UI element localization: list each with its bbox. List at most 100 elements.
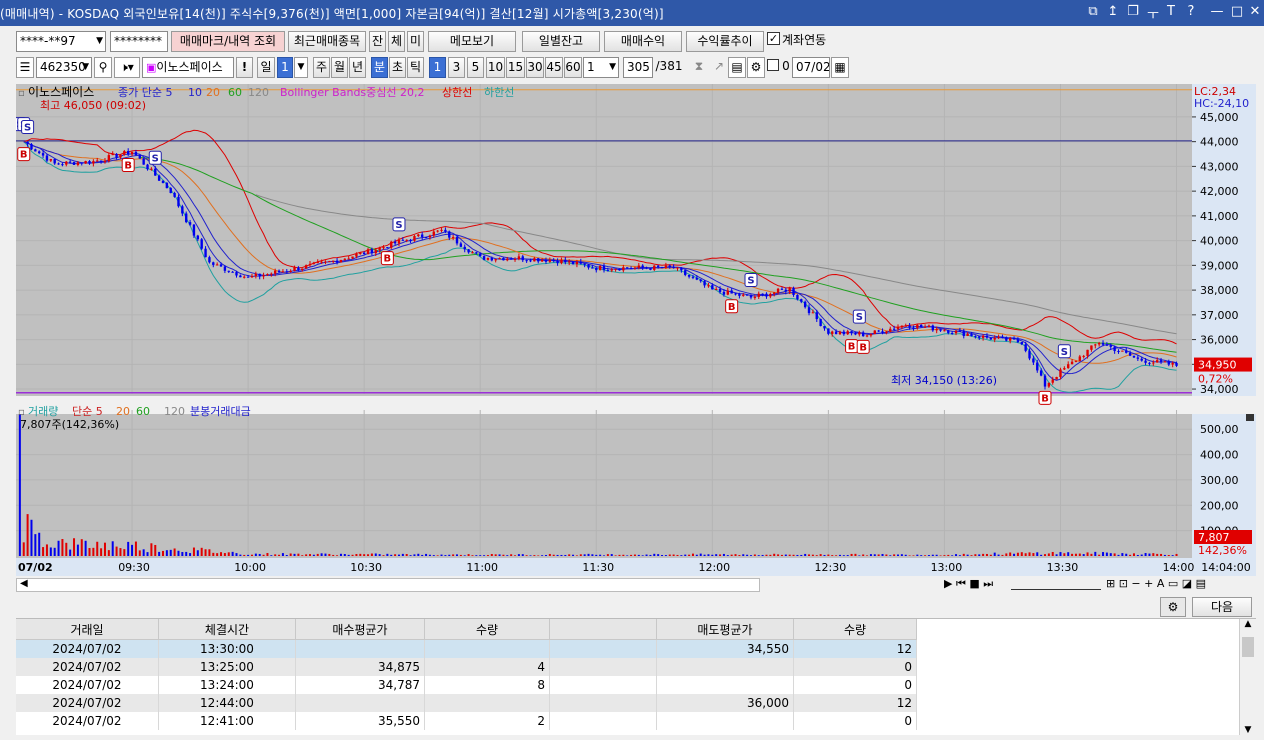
return-trend-button[interactable]: 수익률추이 <box>686 31 764 52</box>
column-header[interactable]: 거래일 <box>16 619 159 640</box>
calendar-icon[interactable]: ▦ <box>831 57 849 78</box>
recent-items-button[interactable]: 최근매매종목 <box>288 31 366 52</box>
search-icon[interactable]: ⚲ <box>94 57 112 78</box>
price-tick-label: 42,000 <box>1200 185 1239 198</box>
chart-tools[interactable]: ⊞ ⊡ − + A ▭ ◪ ▤ <box>1106 577 1206 590</box>
period-day-button[interactable]: 일 <box>257 57 275 78</box>
table-cell: 12:41:00 <box>158 712 296 730</box>
window-button-7[interactable]: □ <box>1228 4 1246 19</box>
interval-button[interactable]: 60 <box>564 57 582 78</box>
save-icon[interactable]: ▤ <box>728 57 746 78</box>
window-button-2[interactable]: ❐ <box>1124 4 1142 19</box>
candle-body <box>1128 352 1132 356</box>
scroll-left-icon[interactable]: ◀ <box>20 578 28 589</box>
candle-body <box>393 241 397 244</box>
column-header[interactable]: 체결시간 <box>158 619 296 640</box>
candle-body <box>266 274 269 276</box>
chart-area[interactable]: 45,000 44,000 43,000 42,000 41,000 40,000 39,0… <box>13 84 1256 576</box>
mark-query-button[interactable]: 매매마크/내역 조회 <box>171 31 285 52</box>
chart-type-icon[interactable]: ⧗ <box>690 57 708 78</box>
chevron-down-icon[interactable]: ▼ <box>294 57 308 78</box>
interval-button[interactable]: 30 <box>526 57 544 78</box>
balance-button[interactable]: 잔 <box>369 31 386 52</box>
window-button-0[interactable]: ⧉ <box>1084 4 1102 19</box>
table-row[interactable]: 2024/07/02 13:24:00 34,787 8 0 <box>16 676 917 694</box>
chevron-down-icon[interactable]: ▼ <box>96 32 103 51</box>
table-row[interactable]: 2024/07/02 13:30:00 34,550 12 <box>16 639 917 658</box>
column-header[interactable]: 매수평균가 <box>295 619 425 640</box>
chevron-down-icon[interactable]: ▼ <box>609 58 616 77</box>
window-button-1[interactable]: ↥ <box>1104 4 1122 19</box>
window-button-6[interactable]: — <box>1208 4 1226 19</box>
scroll-down-icon[interactable]: ▼ <box>1240 725 1256 735</box>
day-count-value[interactable]: 1 <box>277 57 293 78</box>
interval-button[interactable]: 45 <box>545 57 563 78</box>
period-button[interactable]: 주 <box>313 57 330 78</box>
executed-button[interactable]: 체 <box>388 31 405 52</box>
candle-body <box>115 153 118 158</box>
interval-input[interactable]: 1 ▼ <box>583 57 619 78</box>
daily-balance-button[interactable]: 일별잔고 <box>522 31 600 52</box>
trade-profit-button[interactable]: 매매수익 <box>604 31 682 52</box>
period-button[interactable]: 월 <box>331 57 348 78</box>
period-button[interactable]: 분 <box>371 57 388 78</box>
interval-button[interactable]: 10 <box>486 57 505 78</box>
panel-close-icon[interactable] <box>1246 414 1254 421</box>
column-header[interactable]: 수량 <box>424 619 550 640</box>
chart-svg[interactable]: 45,000 44,000 43,000 42,000 41,000 40,000 39,0… <box>13 84 1256 576</box>
candle-body <box>157 175 161 181</box>
stock-name-field[interactable]: ▣이노스페이스 <box>142 57 234 78</box>
stock-code-input[interactable]: 462350 ▼ <box>36 57 92 78</box>
gear-icon[interactable]: ⚙ <box>747 57 765 78</box>
window-button-8[interactable]: ✕ <box>1246 4 1264 19</box>
candle-body <box>378 247 381 251</box>
warning-button[interactable]: ! <box>236 57 253 78</box>
window-button-5[interactable]: ? <box>1182 4 1200 19</box>
interval-button[interactable]: 5 <box>467 57 484 78</box>
memo-button[interactable]: 메모보기 <box>428 31 516 52</box>
account-select[interactable]: ****-**97 ▼ <box>16 31 106 52</box>
volume-bar <box>1028 552 1031 556</box>
table-row[interactable]: 2024/07/02 12:41:00 35,550 2 0 <box>16 712 917 730</box>
gear-icon[interactable]: ⚙ <box>1160 597 1186 617</box>
next-button[interactable]: 다음 <box>1192 597 1252 617</box>
password-field[interactable]: ******** <box>110 31 168 52</box>
period-button[interactable]: 초 <box>389 57 406 78</box>
interval-button[interactable]: 15 <box>506 57 525 78</box>
chart-scrollbar[interactable] <box>16 578 760 592</box>
window-button-4[interactable]: T <box>1162 4 1180 19</box>
interval-button[interactable]: 1 <box>429 57 446 78</box>
period-button[interactable]: 년 <box>349 57 366 78</box>
account-link-checkbox[interactable]: ✓ <box>767 32 780 45</box>
candle-body <box>409 239 412 241</box>
legend-entry: 60 <box>228 86 242 99</box>
chevron-down-icon[interactable]: ▼ <box>82 58 89 77</box>
column-header[interactable]: 매도평균가 <box>656 619 794 640</box>
interval-button[interactable]: 3 <box>448 57 465 78</box>
draw-tool-icon[interactable]: ↗ <box>710 57 728 78</box>
table-row[interactable]: 2024/07/02 12:44:00 36,000 12 <box>16 694 917 712</box>
speaker-icon[interactable]: 🕨▾ <box>114 57 140 78</box>
playback-controls[interactable]: ▶ ⏮ ■ ⏭ <box>944 577 993 591</box>
list-icon[interactable]: ☰ <box>16 57 34 78</box>
table-row[interactable]: 2024/07/02 13:25:00 34,875 4 0 <box>16 658 917 676</box>
unexecuted-button[interactable]: 미 <box>407 31 424 52</box>
column-header[interactable]: 수량 <box>793 619 917 640</box>
scroll-thumb[interactable] <box>1242 637 1254 657</box>
date-input[interactable]: 07/02 <box>792 57 830 78</box>
volume-bar <box>142 549 145 556</box>
scroll-up-icon[interactable]: ▲ <box>1240 619 1256 629</box>
stock-type-icon: ▣ <box>146 61 157 74</box>
volume-bar <box>993 552 996 556</box>
date-checkbox[interactable] <box>767 59 779 71</box>
grid-scrollbar[interactable]: ▲ ▼ <box>1239 619 1256 735</box>
candle-body <box>440 229 443 231</box>
volume-bar <box>185 551 188 556</box>
count-input[interactable]: 305 <box>623 57 653 78</box>
period-button[interactable]: 틱 <box>407 57 424 78</box>
window-button-3[interactable]: ㅜ <box>1144 4 1162 23</box>
column-header[interactable] <box>549 619 657 640</box>
volume-bar <box>881 553 884 556</box>
zoom-slider[interactable] <box>1011 579 1101 590</box>
candle-body <box>250 276 254 278</box>
